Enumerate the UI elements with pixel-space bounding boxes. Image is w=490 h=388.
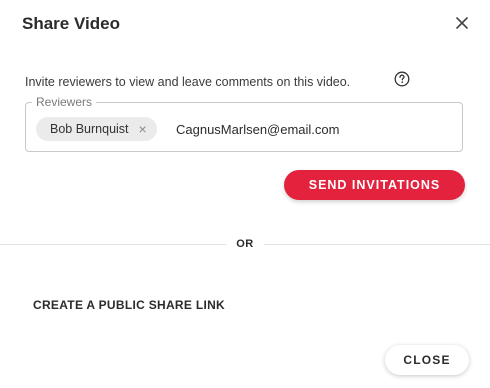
or-separator: OR	[236, 238, 254, 250]
close-icon[interactable]	[452, 13, 472, 33]
close-button[interactable]: CLOSE	[385, 345, 469, 375]
divider-left	[0, 244, 226, 245]
reviewer-chip-name: Bob Burnquist	[50, 122, 129, 136]
invite-description: Invite reviewers to view and leave comme…	[25, 75, 351, 89]
share-video-dialog: Share Video Invite reviewers to view and…	[0, 0, 490, 388]
remove-reviewer-icon[interactable]: ×	[139, 122, 147, 136]
help-icon-glyph	[394, 71, 410, 87]
divider-right	[264, 244, 490, 245]
reviewer-email-input[interactable]	[176, 117, 446, 141]
reviewer-chip: Bob Burnquist ×	[36, 117, 157, 141]
create-public-share-link[interactable]: CREATE A PUBLIC SHARE LINK	[33, 298, 225, 312]
send-invitations-button[interactable]: SEND INVITATIONS	[284, 170, 465, 200]
help-icon[interactable]	[394, 71, 410, 87]
dialog-title: Share Video	[22, 14, 120, 33]
reviewers-label: Reviewers	[32, 95, 97, 109]
close-icon-glyph	[456, 17, 468, 29]
reviewers-field[interactable]: Reviewers Bob Burnquist ×	[25, 95, 463, 152]
